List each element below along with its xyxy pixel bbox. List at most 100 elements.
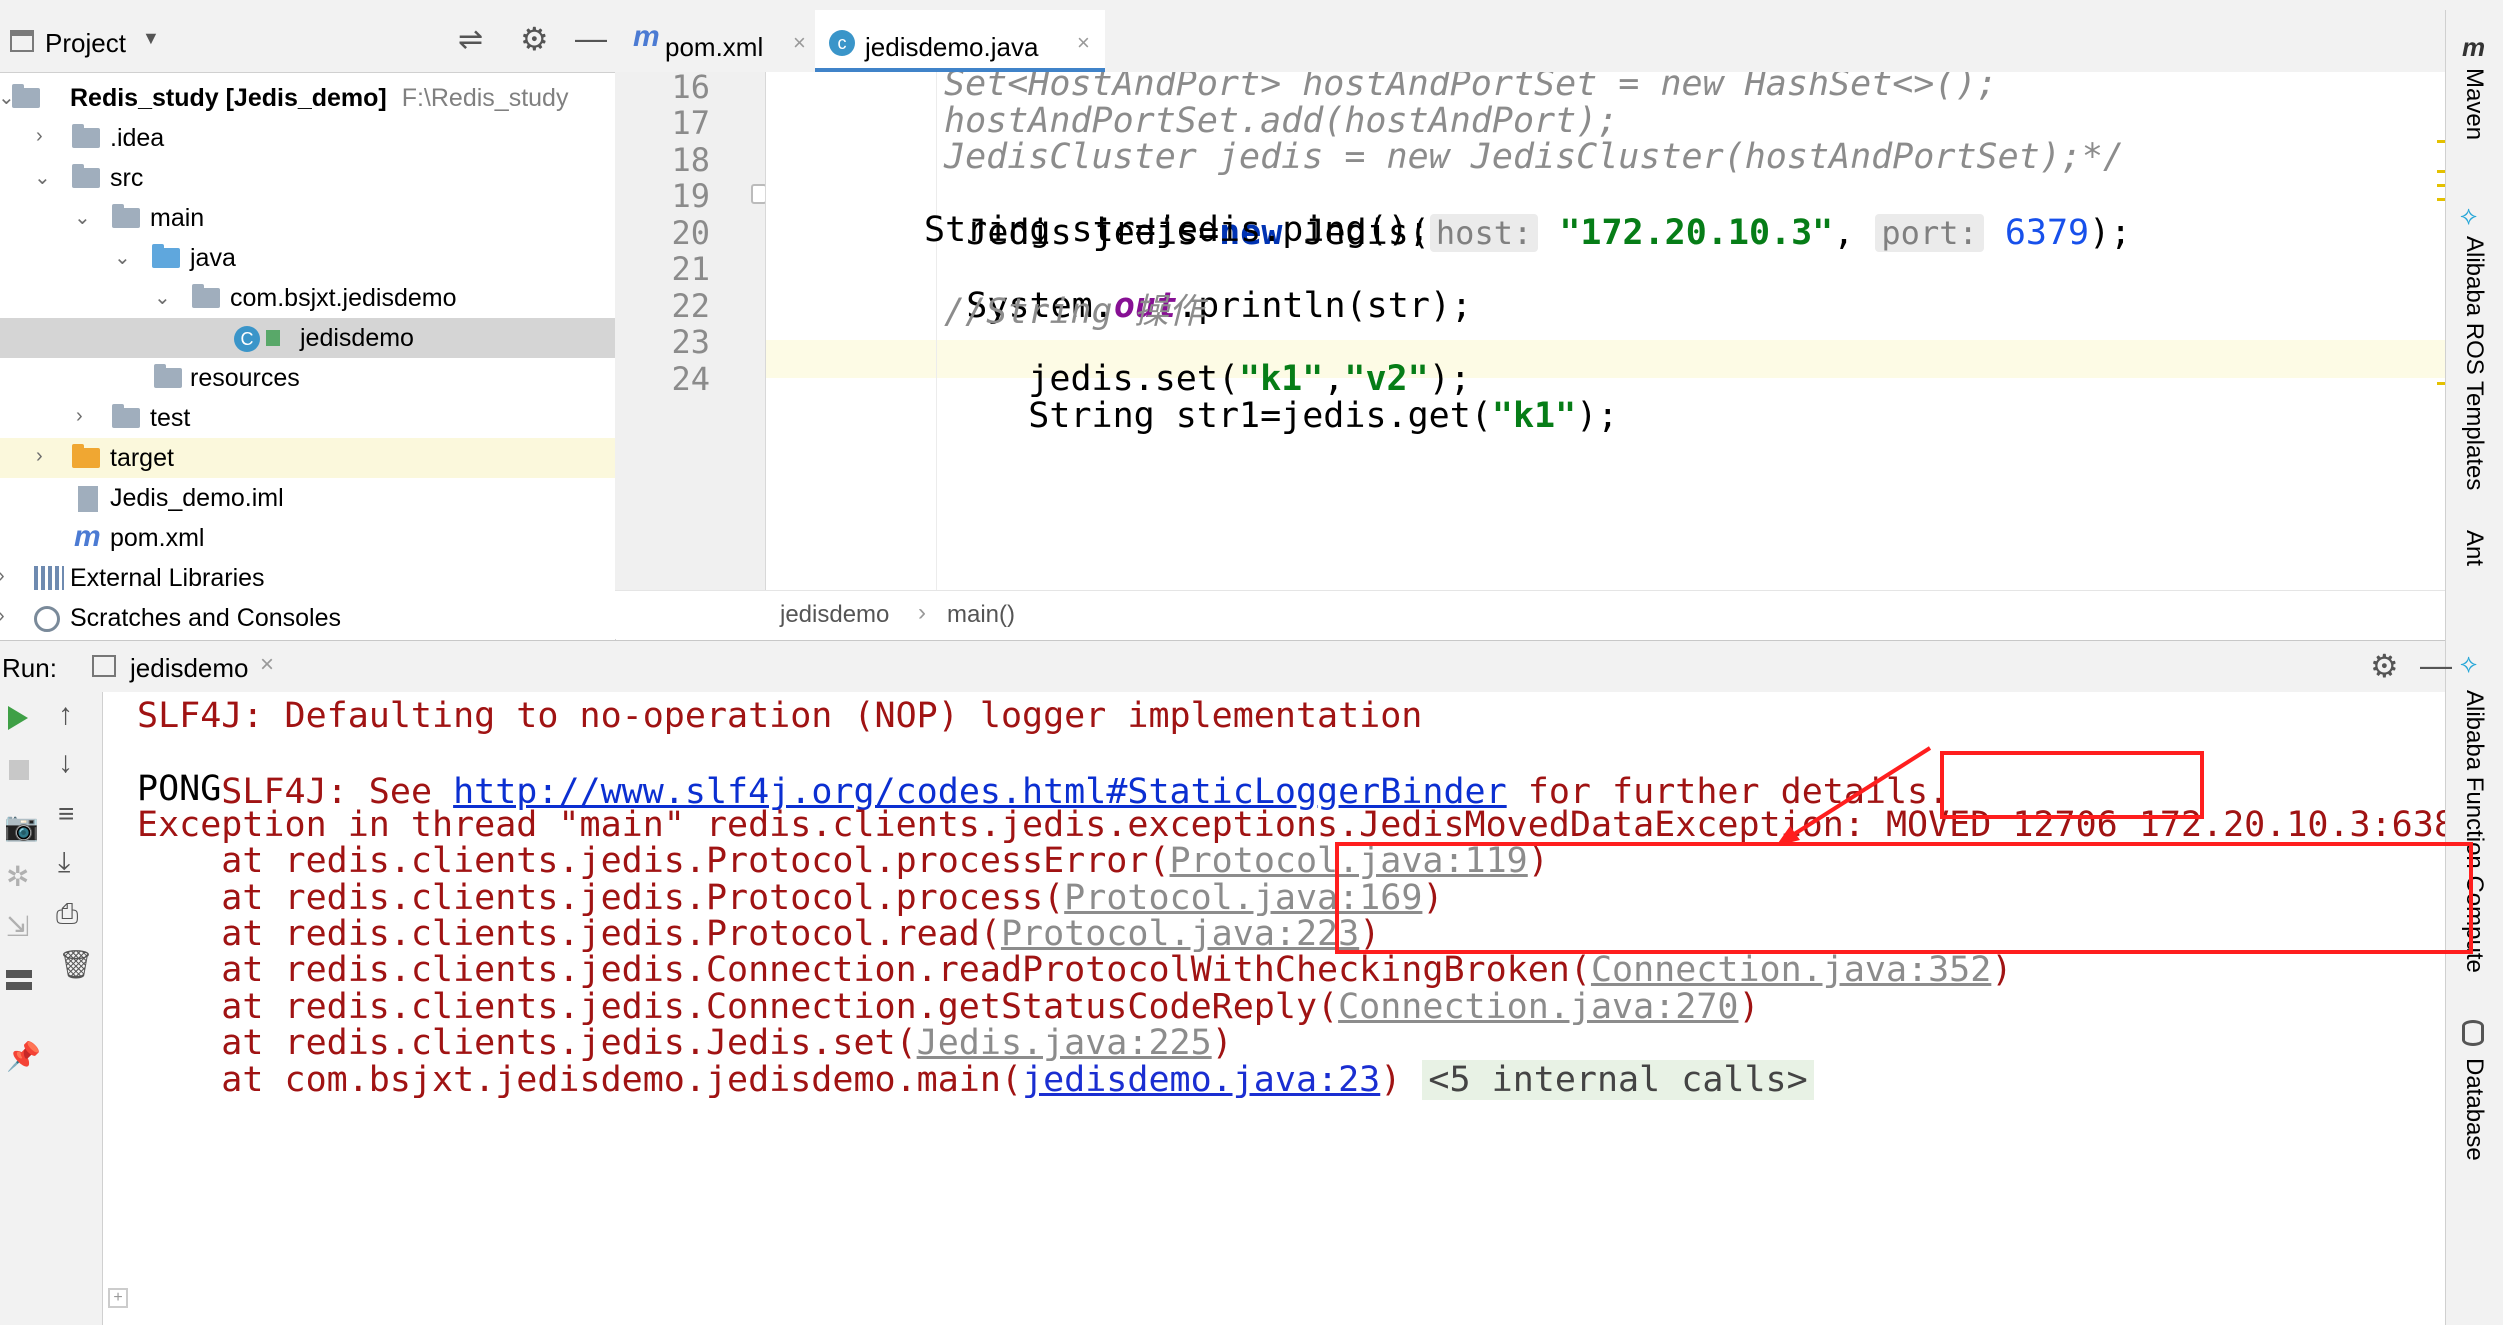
tree-item-target[interactable]: › target	[0, 438, 615, 478]
tree-item-label: src	[110, 164, 144, 192]
scratches-icon	[34, 606, 60, 632]
project-panel-title[interactable]: Project	[45, 28, 126, 59]
parameter-hint: port:	[1875, 214, 1984, 252]
close-icon[interactable]: ×	[1077, 30, 1090, 56]
chevron-down-icon[interactable]: ▼	[142, 28, 160, 49]
console-text: at redis.clients.jedis.Protocol.processE…	[137, 841, 1170, 881]
line-number: 20	[671, 214, 710, 252]
tree-item-package[interactable]: ⌄ com.bsjxt.jedisdemo	[0, 278, 615, 318]
collapse-all-icon[interactable]: ⇌	[458, 22, 483, 57]
console-text: at com.bsjxt.jedisdemo.jedisdemo.main(	[137, 1060, 1023, 1100]
tree-item-label: Scratches and Consoles	[70, 604, 341, 632]
tree-item-resources[interactable]: resources	[0, 358, 615, 398]
tree-item-java[interactable]: ⌄ java	[0, 238, 615, 278]
tree-item-jedisdemo[interactable]: C jedisdemo	[0, 318, 615, 358]
project-path: F:\Redis_study	[401, 84, 569, 112]
breadcrumb-item[interactable]: jedisdemo	[780, 601, 889, 629]
gear-icon[interactable]: ⚙	[2370, 647, 2399, 685]
run-tab-jedisdemo[interactable]: jedisdemo	[130, 653, 249, 684]
source-link[interactable]: Protocol.java:223	[1001, 914, 1359, 954]
tree-item-external-libraries[interactable]: › External Libraries	[0, 558, 615, 598]
chevron-down-icon[interactable]: ⌄	[114, 245, 131, 270]
tree-item-test[interactable]: › test	[0, 398, 615, 438]
arrow-down-icon[interactable]: ↓	[58, 746, 73, 780]
tree-item-label: pom.xml	[110, 524, 205, 552]
chevron-right-icon[interactable]: ›	[0, 565, 5, 588]
soft-wrap-icon[interactable]: ≡	[58, 798, 74, 830]
chevron-down-icon[interactable]: ⌄	[154, 285, 171, 310]
code-token: );	[2089, 213, 2132, 253]
chevron-right-icon[interactable]: ›	[0, 605, 5, 628]
tree-item-iml[interactable]: Jedis_demo.iml	[0, 478, 615, 518]
tree-item-label: target	[110, 444, 174, 472]
chevron-right-icon[interactable]: ›	[76, 405, 83, 428]
tree-item-pom[interactable]: m pom.xml	[0, 518, 615, 558]
tool-window-ros-templates[interactable]: Alibaba ROS Templates	[2460, 236, 2488, 490]
code-editor[interactable]: Set<HostAndPort> hostAndPortSet = new Ha…	[766, 72, 2446, 590]
chevron-down-icon[interactable]: ⌄	[74, 205, 91, 230]
arrow-up-icon[interactable]: ↑	[58, 698, 73, 732]
tree-item-project-root[interactable]: ⌄ Redis_study [Jedis_demo] F:\Redis_stud…	[0, 78, 615, 118]
project-panel: Project ▼ ⇌ ⚙ — ⌄ Redis_study [Jedis_dem…	[0, 10, 616, 640]
tree-item-label: External Libraries	[70, 564, 265, 592]
run-panel-label: Run:	[2, 653, 57, 683]
editor-tab-bar: m pom.xml × c jedisdemo.java ×	[615, 10, 2445, 73]
layout-icon[interactable]	[6, 970, 32, 990]
tree-item-label: main	[150, 204, 205, 232]
source-link[interactable]: Jedis.java:225	[917, 1023, 1212, 1063]
tab-jedisdemo-java[interactable]: c jedisdemo.java ×	[815, 10, 1105, 72]
close-icon[interactable]: ×	[793, 30, 806, 56]
chevron-down-icon[interactable]: ⌄	[34, 165, 51, 190]
scroll-to-end-icon[interactable]: ⤓	[58, 846, 70, 879]
tree-item-src[interactable]: ⌄ src	[0, 158, 615, 198]
line-number: 21	[671, 250, 710, 288]
minimize-icon[interactable]: —	[2420, 647, 2452, 684]
run-toolbar-left: 📷 ✲ ⇲ 📌	[0, 692, 41, 1325]
folder-icon	[112, 404, 140, 428]
camera-icon[interactable]: 📷	[4, 810, 39, 843]
expand-fold-icon[interactable]: +	[108, 1288, 128, 1308]
tree-item-main[interactable]: ⌄ main	[0, 198, 615, 238]
source-link[interactable]: Connection.java:270	[1338, 987, 1738, 1027]
console-line: SLF4J: Defaulting to no-operation (NOP) …	[137, 696, 1423, 736]
internal-calls-fold[interactable]: <5 internal calls>	[1422, 1060, 1814, 1100]
tab-pom-xml[interactable]: m pom.xml ×	[627, 10, 807, 72]
code-token: "k1"	[1491, 396, 1577, 436]
chevron-right-icon[interactable]: ›	[36, 445, 43, 468]
minimize-icon[interactable]: —	[575, 20, 607, 57]
breadcrumb-item[interactable]: main()	[947, 601, 1015, 629]
tree-item-scratches[interactable]: › Scratches and Consoles	[0, 598, 615, 638]
line-number: 24	[671, 360, 710, 398]
console-text: at redis.clients.jedis.Protocol.process(	[137, 878, 1065, 918]
resources-folder-icon	[154, 364, 182, 388]
gear-icon[interactable]: ⚙	[520, 20, 549, 58]
trash-icon[interactable]: 🗑	[58, 948, 94, 981]
source-link[interactable]: jedisdemo.java:23	[1022, 1060, 1380, 1100]
exit-icon[interactable]: ⇲	[6, 910, 29, 943]
console-text: at redis.clients.jedis.Protocol.read(	[137, 914, 1001, 954]
code-line-20: String str=jedis.ping();	[924, 210, 1430, 250]
alibaba-cloud-icon: ⟡	[2460, 648, 2478, 678]
folder-icon	[72, 164, 100, 188]
project-view-icon	[10, 30, 34, 52]
tree-item-idea[interactable]: › .idea	[0, 118, 615, 158]
project-panel-header: Project ▼ ⇌ ⚙ —	[0, 10, 615, 73]
console-text: )	[1211, 1023, 1233, 1063]
pin-icon[interactable]: 📌	[6, 1040, 41, 1073]
stop-icon[interactable]	[9, 760, 29, 780]
close-icon[interactable]: ×	[260, 651, 274, 679]
maven-icon: m	[2462, 32, 2486, 62]
tool-window-database[interactable]: Database	[2460, 1058, 2488, 1161]
annotation-arrow	[1776, 746, 1932, 846]
print-icon[interactable]: ⎙	[56, 898, 78, 931]
tool-window-ant[interactable]: Ant	[2460, 530, 2488, 566]
chevron-right-icon[interactable]: ›	[36, 125, 43, 148]
console-text: )	[1991, 950, 2013, 990]
console-text: at redis.clients.jedis.Jedis.set(	[137, 1023, 917, 1063]
rerun-icon[interactable]	[8, 706, 28, 730]
code-line-16: Set<HostAndPort> hostAndPortSet = new Ha…	[944, 72, 1998, 104]
source-link[interactable]: Connection.java:352	[1591, 950, 1991, 990]
tool-window-maven[interactable]: Maven	[2460, 68, 2488, 140]
tree-item-label: test	[150, 404, 191, 432]
debug-icon[interactable]: ✲	[6, 860, 29, 893]
